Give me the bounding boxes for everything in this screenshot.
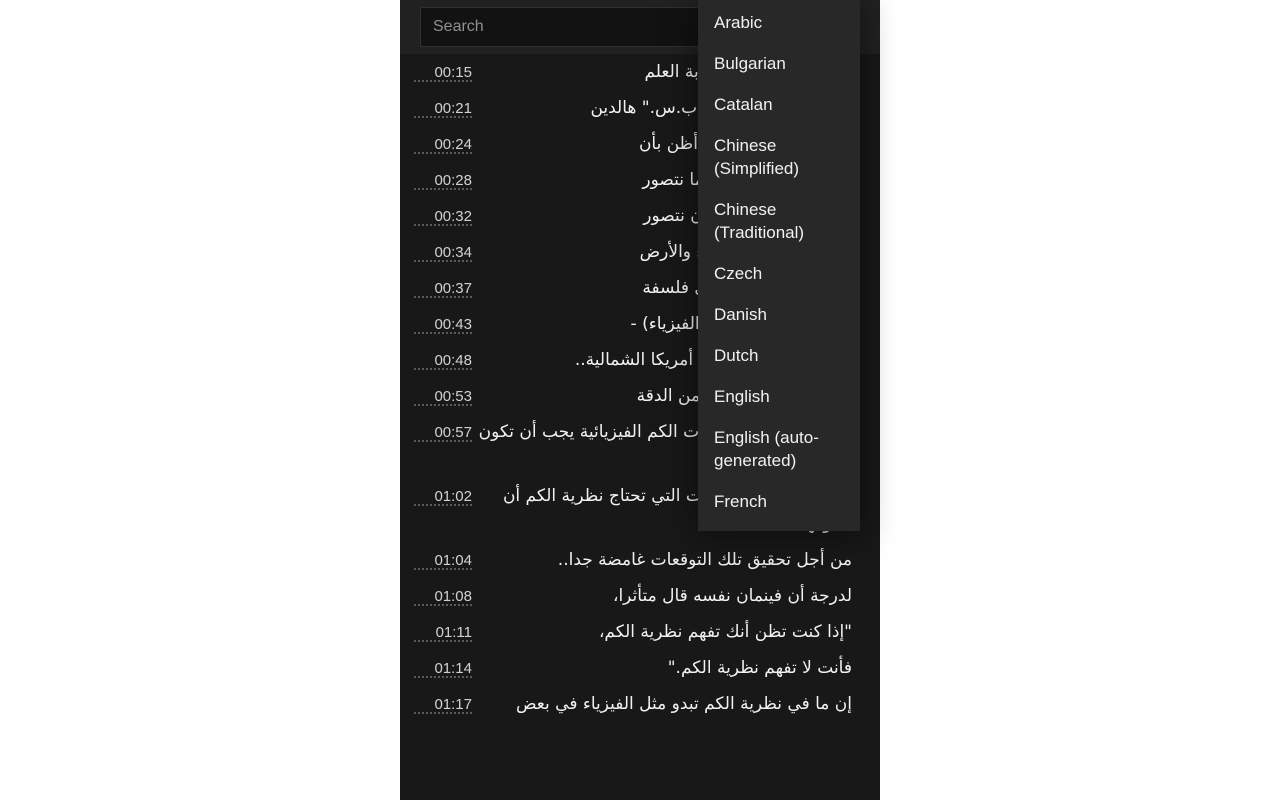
segment-timestamp[interactable]: 01:11 <box>414 622 472 642</box>
segment-text: لدرجة أن فينمان نفسه قال متأثرا، <box>612 586 852 606</box>
transcript-segment[interactable]: 01:04 من أجل تحقيق تلك التوقعات غامضة جدا… <box>400 542 880 578</box>
segment-timestamp[interactable]: 00:34 <box>414 242 472 262</box>
segment-text: من أجل تحقيق تلك التوقعات غامضة جدا.. <box>557 550 852 570</box>
segment-timestamp[interactable]: 01:14 <box>414 658 472 678</box>
segment-timestamp[interactable]: 00:28 <box>414 170 472 190</box>
segment-timestamp[interactable]: 00:37 <box>414 278 472 298</box>
search-input[interactable] <box>420 7 700 47</box>
segment-timestamp[interactable]: 01:02 <box>414 486 472 506</box>
transcript-segment[interactable]: 01:11 "إذا كنت تظن أنك تفهم نظرية الكم، <box>400 614 880 650</box>
segment-timestamp[interactable]: 00:21 <box>414 98 472 118</box>
language-menu-item[interactable]: Catalan <box>698 84 860 125</box>
language-menu-item[interactable]: Chinese (Traditional) <box>698 189 860 253</box>
language-menu-item[interactable]: Arabic <box>698 2 860 43</box>
segment-timestamp[interactable]: 01:17 <box>414 694 472 714</box>
segment-timestamp[interactable]: 00:15 <box>414 62 472 82</box>
language-menu-item[interactable]: French <box>698 481 860 522</box>
page-root: 00:15ا يمكننا أن نتصور: غرابة العلم00:21… <box>0 0 1280 800</box>
segment-timestamp[interactable]: 00:53 <box>414 386 472 406</box>
language-menu-item[interactable]: Chinese (Simplified) <box>698 125 860 189</box>
language-dropdown-menu[interactable]: Arabic Bulgarian Catalan Chinese (Simplifie… <box>698 0 860 531</box>
transcript-scrollbar-track[interactable] <box>872 54 880 800</box>
language-menu-item[interactable]: Dutch <box>698 335 860 376</box>
transcript-segment[interactable]: 01:08 لدرجة أن فينمان نفسه قال متأثرا، <box>400 578 880 614</box>
segment-timestamp[interactable]: 00:57 <box>414 422 472 442</box>
segment-timestamp[interactable]: 00:43 <box>414 314 472 334</box>
segment-timestamp[interactable]: 00:48 <box>414 350 472 370</box>
language-menu-item[interactable]: Danish <box>698 294 860 335</box>
segment-timestamp[interactable]: 00:32 <box>414 206 472 226</box>
segment-text: إن ما في نظرية الكم تبدو مثل الفيزياء في… <box>515 694 852 714</box>
segment-timestamp[interactable]: 00:24 <box>414 134 472 154</box>
transcript-segment[interactable]: 01:17 إن ما في نظرية الكم تبدو مثل الفيزي… <box>400 686 880 722</box>
language-menu-item[interactable]: Czech <box>698 253 860 294</box>
language-menu-item[interactable]: English (auto-generated) <box>698 417 860 481</box>
language-menu-item[interactable]: English <box>698 376 860 417</box>
segment-text: فأنت لا تفهم نظرية الكم." <box>667 658 852 678</box>
language-menu-item[interactable]: Bulgarian <box>698 43 860 84</box>
segment-timestamp[interactable]: 01:08 <box>414 586 472 606</box>
segment-timestamp[interactable]: 01:04 <box>414 550 472 570</box>
transcript-segment[interactable]: 01:14 فأنت لا تفهم نظرية الكم." <box>400 650 880 686</box>
segment-text: "إذا كنت تظن أنك تفهم نظرية الكم، <box>598 622 852 642</box>
